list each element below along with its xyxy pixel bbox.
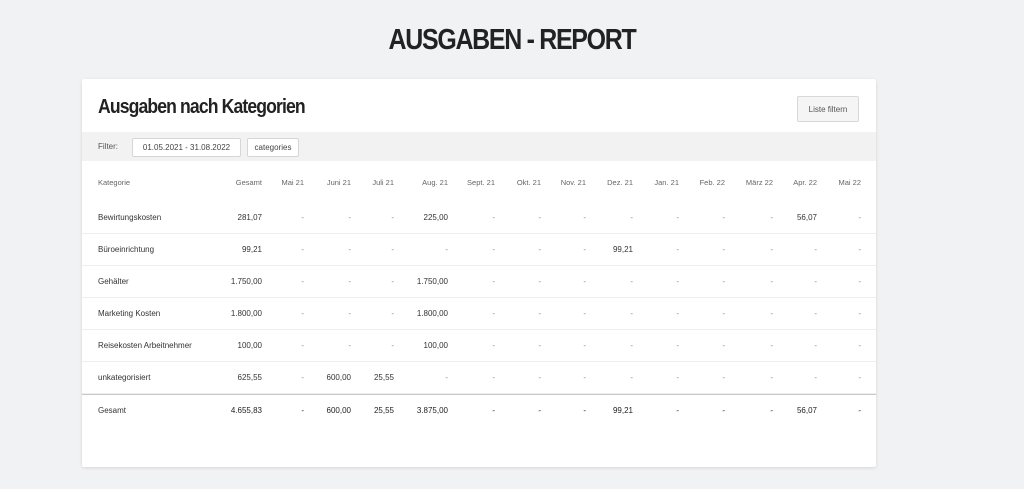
table-row: Marketing Kosten 1.800,00- - -1.800,00- - - - -… (82, 298, 876, 330)
value-cell: - (858, 213, 861, 222)
value-cell: - (858, 373, 861, 382)
value-cell: - (858, 341, 861, 350)
value-cell: - (858, 277, 861, 286)
report-card: Ausgaben nach Kategorien Liste filtern F… (82, 79, 876, 467)
table-row: Bewirtungskosten 281,07- - -225,00- - - - - - -56… (82, 202, 876, 234)
table-row: unkategorisiert 625,55-600,00 25,55- - - - - - -… (82, 362, 876, 394)
value-cell: - (858, 309, 861, 318)
value-cell: - (858, 406, 861, 415)
filter-list-button[interactable]: Liste filtern (797, 96, 859, 122)
date-range-filter[interactable]: 01.05.2021 - 31.08.2022 (132, 138, 241, 157)
column-header: Mai 22 (838, 177, 861, 187)
categories-filter[interactable]: categories (247, 138, 299, 157)
table-row: Reisekosten Arbeitnehmer 100,00- - -100,00-… (82, 330, 876, 362)
filter-bar: Filter: 01.05.2021 - 31.08.2022 categori… (82, 132, 876, 161)
expense-table: Kategorie Gesamt Mai 21 Juni 21 Juli 21 Aug. … (82, 162, 876, 426)
table-header-row: Kategorie Gesamt Mai 21 Juni 21 Juli 21 Aug. … (82, 162, 876, 202)
filter-label: Filter: (98, 142, 118, 151)
table-row: Büroeinrichtung 99,21- - - - - - -99,21- - - - - (82, 234, 876, 266)
page-title: AUSGABEN - REPORT (388, 24, 637, 56)
table-row: Gehälter 1.750,00- - -1.750,00- - - - - - - - - (82, 266, 876, 298)
card-title: Ausgaben nach Kategorien (98, 96, 306, 118)
value-cell: - (858, 245, 861, 254)
table-total-row: Gesamt 4.655,83-600,00 25,55 3.875,00- - -99,… (82, 394, 876, 426)
